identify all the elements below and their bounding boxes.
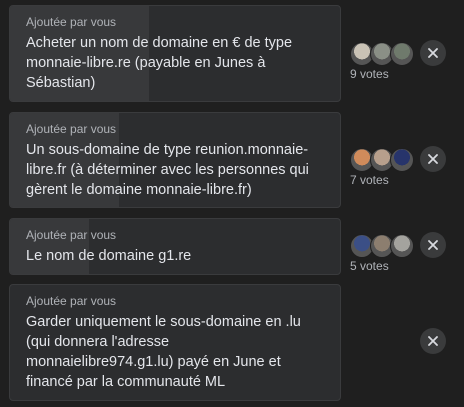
avatar: [390, 42, 414, 66]
votes-summary[interactable]: 9 votes: [350, 42, 414, 82]
close-icon: [428, 48, 438, 58]
votes-summary[interactable]: 7 votes: [350, 148, 414, 188]
poll-options-list: Ajoutée par vous Acheter un nom de domai…: [0, 0, 464, 407]
remove-option-button[interactable]: [420, 40, 446, 66]
remove-option-button[interactable]: [420, 146, 446, 172]
voter-avatars[interactable]: [350, 148, 414, 172]
option-text: Le nom de domaine g1.re: [26, 248, 192, 264]
added-by-label: Ajoutée par vous: [26, 122, 117, 136]
poll-option[interactable]: Ajoutée par vous Acheter un nom de domai…: [9, 5, 341, 102]
close-icon: [428, 336, 438, 346]
voter-avatars[interactable]: [350, 234, 414, 258]
remove-option-button[interactable]: [420, 328, 446, 354]
option-text: Un sous-domaine de type reunion.monnaie-…: [26, 142, 309, 198]
poll-option[interactable]: Ajoutée par vous Un sous-domaine de type…: [9, 112, 341, 208]
votes-summary[interactable]: 5 votes: [350, 234, 414, 274]
vote-count[interactable]: 7 votes: [350, 173, 410, 188]
close-icon: [428, 240, 438, 250]
poll-option[interactable]: Ajoutée par vous Garder uniquement le so…: [9, 284, 341, 401]
poll-option[interactable]: Ajoutée par vous Le nom de domaine g1.re: [9, 218, 341, 275]
option-text: Acheter un nom de domaine en € de type m…: [26, 35, 293, 91]
vote-count[interactable]: 5 votes: [350, 259, 410, 274]
added-by-label: Ajoutée par vous: [26, 228, 117, 242]
voter-avatars[interactable]: [350, 42, 414, 66]
remove-option-button[interactable]: [420, 232, 446, 258]
avatar: [390, 234, 414, 258]
vote-count[interactable]: 9 votes: [350, 67, 410, 82]
close-icon: [428, 154, 438, 164]
avatar: [390, 148, 414, 172]
option-text: Garder uniquement le sous-domaine en .lu…: [26, 314, 301, 390]
added-by-label: Ajoutée par vous: [26, 15, 117, 29]
added-by-label: Ajoutée par vous: [26, 294, 117, 308]
